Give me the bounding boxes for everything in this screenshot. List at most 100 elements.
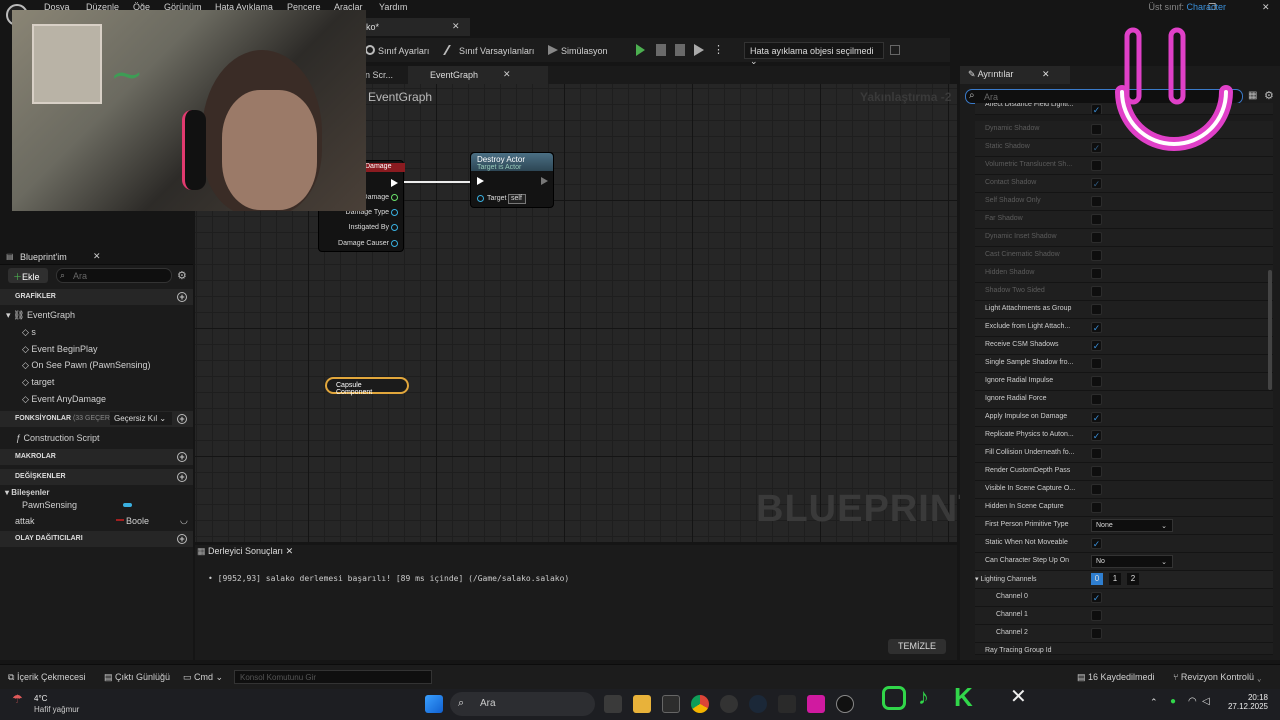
dispatchers-section-header[interactable]: OLAY DAĞITICILARI + xyxy=(0,531,193,547)
property-checkbox[interactable] xyxy=(1091,376,1102,387)
property-checkbox[interactable]: ✓ xyxy=(1091,104,1102,114)
damage-causer-pin[interactable] xyxy=(391,240,398,247)
property-checkbox[interactable] xyxy=(1091,394,1102,405)
property-checkbox[interactable] xyxy=(1091,304,1102,315)
close-tab-icon[interactable]: ✕ xyxy=(452,21,460,32)
tab-eventgraph[interactable]: EventGraph xyxy=(430,70,478,80)
exec-out-pin[interactable] xyxy=(541,177,548,185)
cmd-dropdown[interactable]: ▭ Cmd ⌄ xyxy=(183,672,223,683)
channel-chip-0[interactable]: 0 xyxy=(1091,573,1103,585)
details-tab[interactable]: ✎ Ayrıntılar ✕ xyxy=(960,66,1070,84)
more-options-icon[interactable]: ⋮ xyxy=(713,43,724,56)
revision-control-button[interactable]: ⑂ Revizyon Kontrolü ⌄ xyxy=(1173,672,1262,682)
tray-chevron-icon[interactable]: ⌃ xyxy=(1150,697,1158,708)
graph-item-s[interactable]: ◇ s xyxy=(22,327,36,338)
blueprint-search-input[interactable]: Ara xyxy=(56,268,172,283)
close-graph-tab-icon[interactable]: ✕ xyxy=(503,69,511,80)
graph-item-anydamage[interactable]: ◇ Event AnyDamage xyxy=(22,394,106,405)
channel-1-checkbox[interactable] xyxy=(1091,610,1102,621)
app-icon[interactable] xyxy=(807,695,825,713)
weather-desc[interactable]: Hafif yağmur xyxy=(34,705,79,714)
debug-filter-icon[interactable] xyxy=(890,45,900,55)
console-input[interactable]: Konsol Komutunu Gir xyxy=(234,670,432,684)
destroy-actor-node[interactable]: Destroy Actor Target is Actor Target self xyxy=(470,152,554,208)
volume-icon[interactable]: ◁ xyxy=(1202,696,1210,707)
channel-2-checkbox[interactable] xyxy=(1091,628,1102,639)
damage-exec-out-pin[interactable] xyxy=(391,179,398,187)
add-macro-icon[interactable]: + xyxy=(177,452,187,462)
parent-class-link[interactable]: Character xyxy=(1186,2,1226,12)
eventgraph-item[interactable]: ▾ ⛓ EventGraph xyxy=(6,310,75,321)
lighting-channels-row[interactable]: ▾ Lighting Channels 0 1 2 xyxy=(975,571,1273,589)
add-variable-icon[interactable]: + xyxy=(177,472,187,482)
close-results-icon[interactable]: ✕ xyxy=(286,546,294,556)
step-icon[interactable] xyxy=(656,44,666,56)
taskbar-clock[interactable]: 20:18 27.12.2025 xyxy=(1218,693,1268,711)
variables-section-header[interactable]: DEĞİŞKENLER + xyxy=(0,469,193,485)
close-details-icon[interactable]: ✕ xyxy=(1042,69,1050,79)
add-function-icon[interactable]: + xyxy=(177,414,187,424)
obs-icon[interactable] xyxy=(720,695,738,713)
eye-icon[interactable]: ◡ xyxy=(180,515,188,526)
damage-pin[interactable] xyxy=(391,194,398,201)
instigated-by-pin[interactable] xyxy=(391,224,398,231)
property-checkbox[interactable]: ✓ xyxy=(1091,322,1102,333)
stop-icon[interactable] xyxy=(675,44,685,56)
debug-object-select[interactable]: Hata ayıklama objesi seçilmedi ⌄ xyxy=(744,42,884,66)
class-defaults-button[interactable]: Sınıf Varsayılanları xyxy=(443,45,534,56)
wifi-icon[interactable]: ◠ xyxy=(1188,696,1197,707)
simulation-button[interactable]: Simülasyon xyxy=(548,45,608,56)
target-value[interactable]: self xyxy=(508,194,526,204)
windows-start-icon[interactable] xyxy=(425,695,443,713)
property-checkbox[interactable] xyxy=(1091,358,1102,369)
mic-icon[interactable]: ● xyxy=(1170,696,1176,707)
unsaved-button[interactable]: ▤ 16 Kaydedilmedi xyxy=(1077,672,1155,683)
graph-item-target[interactable]: ◇ target xyxy=(22,377,54,388)
menu-help[interactable]: Yardım xyxy=(379,2,407,12)
macros-section-header[interactable]: MAKROLAR + xyxy=(0,449,193,465)
target-pin[interactable] xyxy=(477,195,484,202)
graph-item-onseepawn[interactable]: ◇ On See Pawn (PawnSensing) xyxy=(22,360,151,371)
my-blueprint-tab[interactable]: ▤ Blueprint'im ✕ xyxy=(0,248,193,265)
taskbar-search[interactable]: Ara xyxy=(450,692,595,716)
graphs-section-header[interactable]: GRAFİKLER + xyxy=(0,289,193,305)
property-checkbox[interactable] xyxy=(1091,484,1102,495)
grid-view-icon[interactable]: ▦ xyxy=(1248,90,1257,101)
clear-button[interactable]: TEMİZLE xyxy=(888,639,946,654)
override-dropdown[interactable]: Geçersiz Kıl ⌄ xyxy=(110,412,172,425)
store-icon[interactable] xyxy=(662,695,680,713)
property-checkbox[interactable] xyxy=(1091,448,1102,459)
capsule-component-node[interactable]: Capsule Component xyxy=(325,377,409,396)
task-view-icon[interactable] xyxy=(604,695,622,713)
add-button[interactable]: ＋Ekle xyxy=(8,268,48,283)
compiler-results-tab[interactable]: ▦ Derleyici Sonuçları ✕ xyxy=(197,546,297,561)
step-up-dropdown[interactable]: No ⌄ xyxy=(1091,555,1173,568)
channel-0-checkbox[interactable]: ✓ xyxy=(1091,592,1102,603)
property-checkbox[interactable]: ✓ xyxy=(1091,340,1102,351)
construction-script-item[interactable]: ƒ Construction Script xyxy=(16,433,100,443)
settings-gear-icon[interactable]: ⚙ xyxy=(177,269,187,282)
close-panel-icon[interactable]: ✕ xyxy=(93,251,101,262)
output-log-button[interactable]: ▤ Çıktı Günlüğü xyxy=(104,672,170,683)
close-window-icon[interactable]: ✕ xyxy=(1262,2,1270,13)
attak-variable[interactable]: attak xyxy=(15,516,35,526)
channel-chip-2[interactable]: 2 xyxy=(1127,573,1139,585)
graph-item-beginplay[interactable]: ◇ Event BeginPlay xyxy=(22,344,97,355)
file-explorer-icon[interactable] xyxy=(633,695,651,713)
property-checkbox[interactable]: ✓ xyxy=(1091,430,1102,441)
exec-in-pin[interactable] xyxy=(477,177,484,185)
property-checkbox[interactable]: ✓ xyxy=(1091,412,1102,423)
epic-games-icon[interactable] xyxy=(778,695,796,713)
damage-type-pin[interactable] xyxy=(391,209,398,216)
play-icon[interactable] xyxy=(636,44,645,56)
fp-primitive-dropdown[interactable]: None ⌄ xyxy=(1091,519,1173,532)
details-scrollbar[interactable] xyxy=(1268,270,1272,390)
static-not-moveable-checkbox[interactable]: ✓ xyxy=(1091,538,1102,549)
content-drawer-button[interactable]: ⧉ İçerik Çekmecesi xyxy=(8,672,85,683)
class-settings-button[interactable]: Sınıf Ayarları xyxy=(365,45,429,56)
steam-icon[interactable] xyxy=(749,695,767,713)
pawnsensing-variable[interactable]: PawnSensing xyxy=(22,500,77,510)
chrome-icon[interactable] xyxy=(691,695,709,713)
components-category[interactable]: ▾ Bileşenler xyxy=(5,488,50,497)
add-graph-icon[interactable]: + xyxy=(177,292,187,302)
